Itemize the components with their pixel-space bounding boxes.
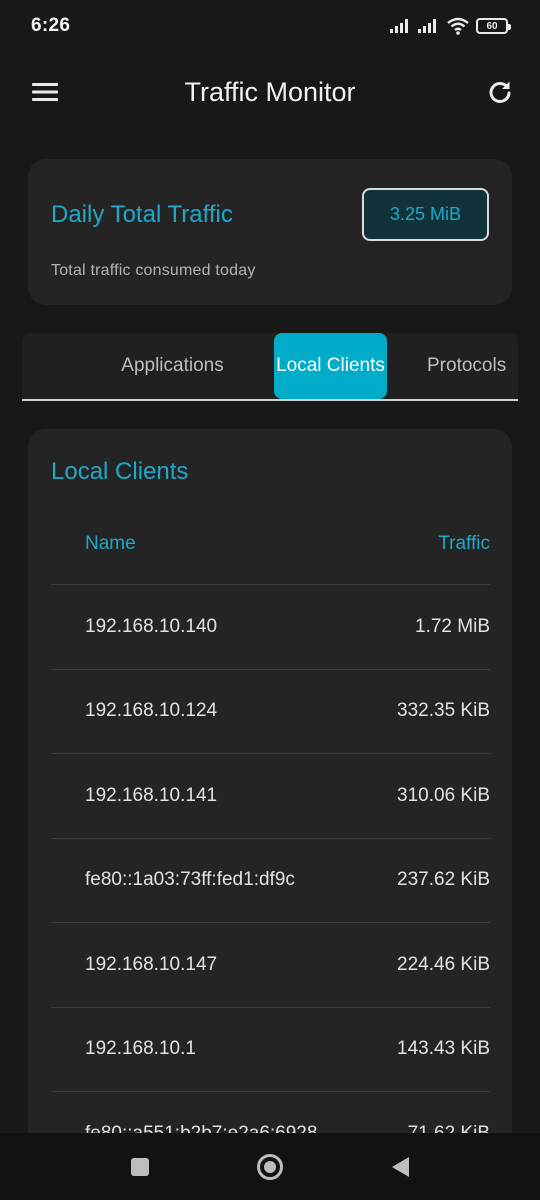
home-button[interactable] <box>250 1147 290 1187</box>
table-row[interactable]: 192.168.10.140 1.72 MiB <box>51 585 490 670</box>
local-clients-title: Local Clients <box>51 458 189 485</box>
column-header-traffic: Traffic <box>438 532 490 554</box>
battery-icon: 60 <box>476 18 511 34</box>
status-icons: 60 <box>390 17 511 35</box>
battery-level: 60 <box>486 20 498 32</box>
table-row[interactable]: 192.168.10.124 332.35 KiB <box>51 670 490 754</box>
signal-icon <box>390 19 408 33</box>
square-icon <box>131 1157 149 1176</box>
home-circle-icon <box>257 1153 283 1180</box>
client-traffic: 224.46 KiB <box>397 953 490 975</box>
app-bar: Traffic Monitor <box>0 62 540 122</box>
daily-traffic-subtitle: Total traffic consumed today <box>51 262 256 279</box>
table-row[interactable]: 192.168.10.147 224.46 KiB <box>51 923 490 1008</box>
local-clients-card: Local Clients Name Traffic 192.168.10.14… <box>28 429 512 1200</box>
table-header: Name Traffic <box>51 503 490 585</box>
client-traffic: 1.72 MiB <box>415 615 490 637</box>
client-name: 192.168.10.124 <box>85 700 218 722</box>
menu-icon <box>32 83 58 101</box>
client-name: 192.168.10.140 <box>85 615 218 637</box>
tab-applications[interactable]: Applications <box>112 333 233 399</box>
table-row[interactable]: fe80::1a03:73ff:fed1:df9c 237.62 KiB <box>51 839 490 923</box>
table-row[interactable]: 192.168.10.141 310.06 KiB <box>51 754 490 839</box>
refresh-button[interactable] <box>480 72 520 112</box>
status-time: 6:26 <box>31 15 71 36</box>
daily-traffic-card: Daily Total Traffic Total traffic consum… <box>28 159 512 305</box>
client-traffic: 310.06 KiB <box>397 784 490 806</box>
client-traffic: 332.35 KiB <box>397 700 490 722</box>
client-name: fe80::1a03:73ff:fed1:df9c <box>85 869 295 891</box>
tab-protocols[interactable]: Protocols <box>427 333 518 399</box>
daily-traffic-title: Daily Total Traffic <box>51 201 233 228</box>
clients-table: Name Traffic 192.168.10.140 1.72 MiB 192… <box>51 503 490 1177</box>
client-traffic: 237.62 KiB <box>397 869 490 891</box>
back-triangle-icon <box>392 1156 409 1177</box>
client-name: 192.168.10.1 <box>85 1038 196 1060</box>
recents-button[interactable] <box>120 1147 160 1187</box>
status-bar: 6:26 60 <box>0 0 540 52</box>
client-name: 192.168.10.147 <box>85 953 218 975</box>
client-name: 192.168.10.141 <box>85 784 218 806</box>
column-header-name: Name <box>85 532 136 554</box>
wifi-icon <box>447 17 469 35</box>
daily-traffic-value: 3.25 MiB <box>362 188 489 241</box>
client-traffic: 143.43 KiB <box>397 1038 490 1060</box>
system-nav-bar <box>0 1133 540 1200</box>
tab-local-clients[interactable]: Local Clients <box>274 333 387 399</box>
refresh-icon <box>489 81 511 103</box>
menu-button[interactable] <box>26 72 66 112</box>
tab-bar: Applications Local Clients Protocols <box>22 333 518 401</box>
signal-icon <box>418 19 436 33</box>
page-title: Traffic Monitor <box>184 76 356 107</box>
back-button[interactable] <box>380 1147 420 1187</box>
table-row[interactable]: 192.168.10.1 143.43 KiB <box>51 1008 490 1092</box>
